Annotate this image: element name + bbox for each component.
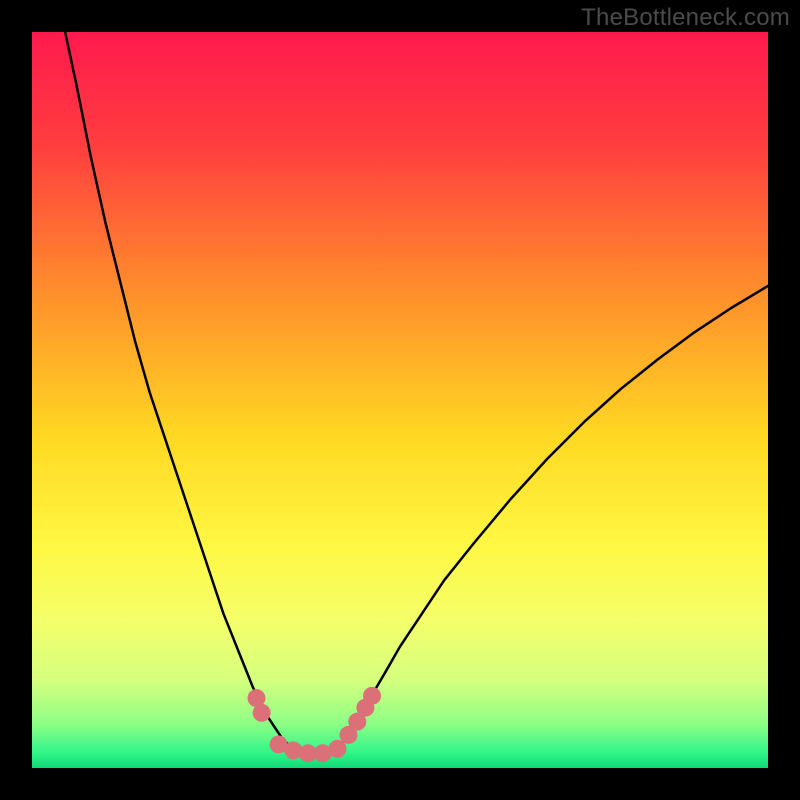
gradient-background [32,32,768,768]
dot-bottom-cluster-4 [328,740,346,758]
plot-area [32,32,768,768]
dot-right-cluster-3 [363,687,381,705]
chart-svg [32,32,768,768]
outer-frame: TheBottleneck.com [0,0,800,800]
watermark-text: TheBottleneck.com [581,4,790,32]
dot-left-cluster-1 [253,704,271,722]
